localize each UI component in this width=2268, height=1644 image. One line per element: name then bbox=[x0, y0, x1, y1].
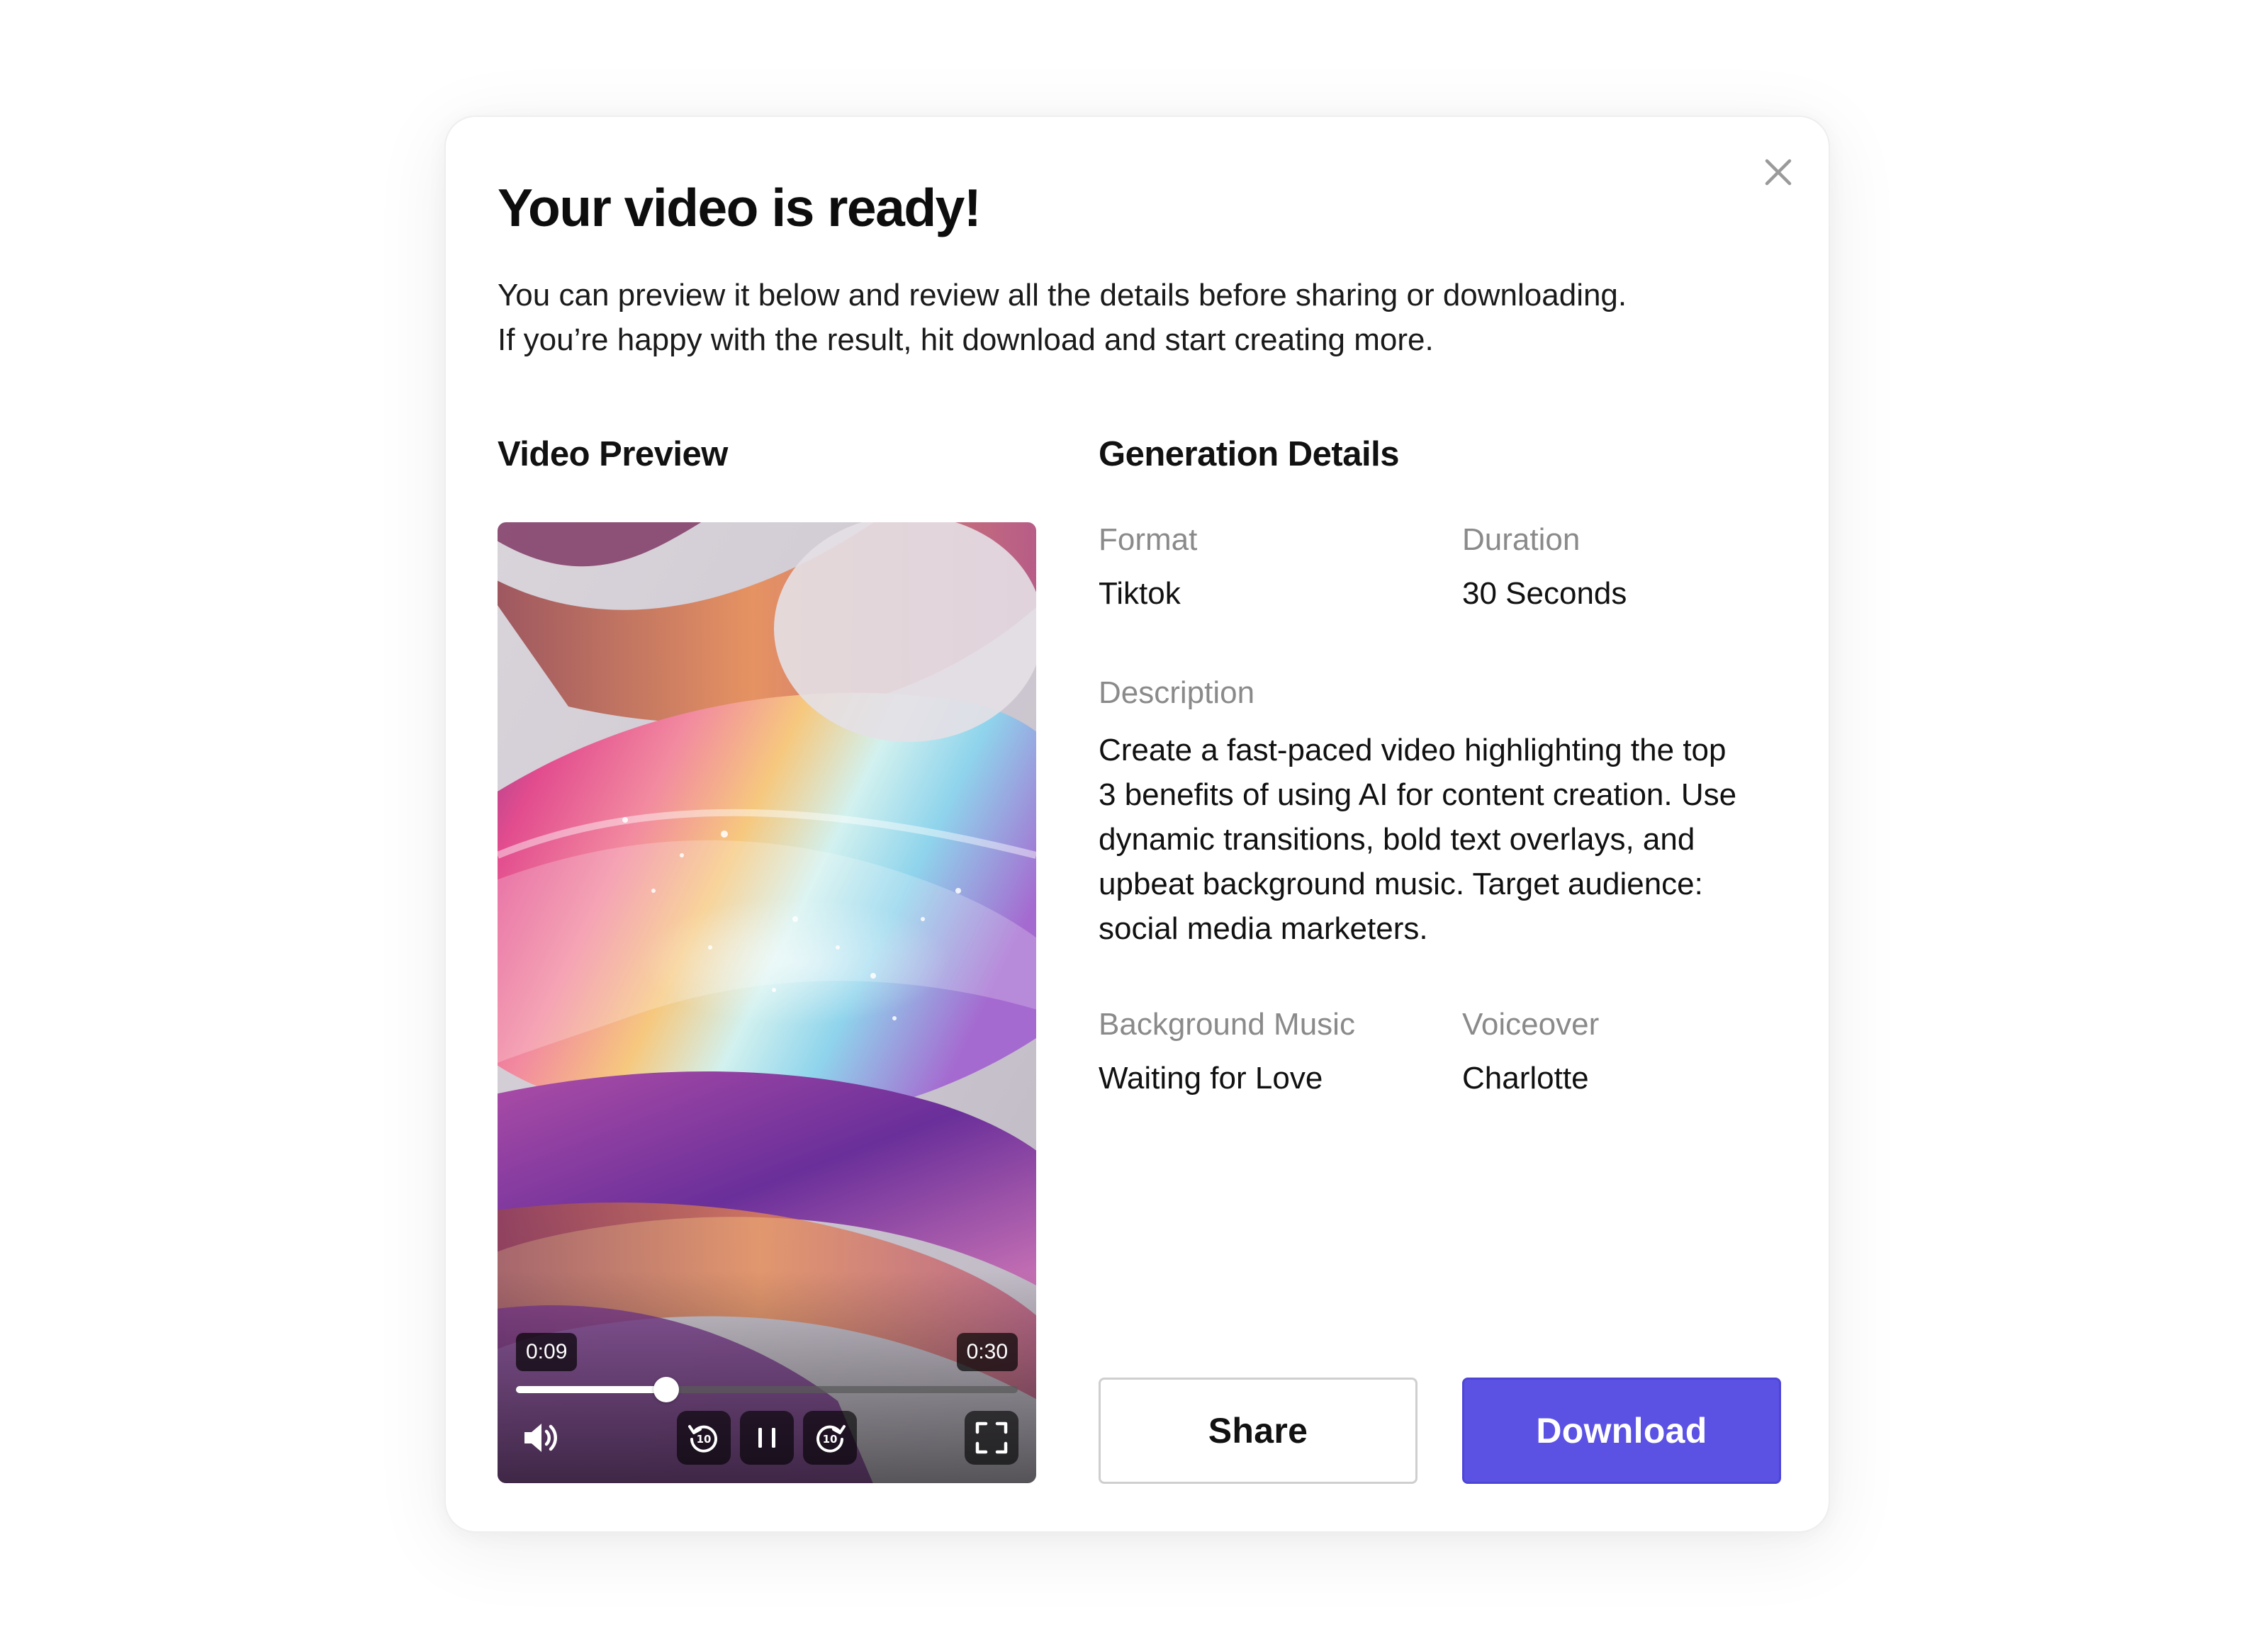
forward-10-icon: 10 bbox=[816, 1425, 846, 1453]
share-button[interactable]: Share bbox=[1099, 1378, 1418, 1484]
format-value: Tiktok bbox=[1099, 576, 1181, 611]
video-preview-heading: Video Preview bbox=[498, 435, 728, 473]
duration-value: 30 Seconds bbox=[1462, 576, 1627, 611]
forward-10-button[interactable]: 10 bbox=[803, 1411, 857, 1465]
video-ready-dialog: Your video is ready! You can preview it … bbox=[444, 116, 1830, 1533]
svg-text:10: 10 bbox=[697, 1433, 712, 1446]
voiceover-label: Voiceover bbox=[1462, 1007, 1600, 1042]
volume-icon bbox=[524, 1424, 557, 1452]
description-line: Create a fast-paced video highlighting t… bbox=[1099, 733, 1727, 767]
fullscreen-button[interactable] bbox=[965, 1411, 1018, 1465]
description-value: Create a fast-paced video highlighting t… bbox=[1099, 728, 1786, 951]
video-player[interactable]: 0:09 0:30 10 10 bbox=[498, 522, 1036, 1483]
voiceover-value: Charlotte bbox=[1462, 1061, 1589, 1096]
download-button[interactable]: Download bbox=[1462, 1378, 1781, 1484]
volume-button[interactable] bbox=[513, 1411, 567, 1465]
duration-label: Duration bbox=[1462, 522, 1581, 557]
fullscreen-icon bbox=[975, 1421, 1008, 1454]
svg-text:10: 10 bbox=[823, 1433, 838, 1446]
pause-button[interactable] bbox=[740, 1411, 794, 1465]
background-music-value: Waiting for Love bbox=[1099, 1061, 1323, 1096]
subtitle-line: You can preview it below and review all … bbox=[498, 278, 1627, 313]
subtitle-line: If you’re happy with the result, hit dow… bbox=[498, 322, 1434, 357]
pause-icon bbox=[758, 1428, 775, 1448]
close-icon bbox=[1765, 159, 1792, 186]
description-line: upbeat background music. Target audience… bbox=[1099, 867, 1703, 901]
description-line: social media marketers. bbox=[1099, 911, 1428, 946]
dialog-subtitle: You can preview it below and review all … bbox=[498, 273, 1759, 362]
description-line: 3 benefits of using AI for content creat… bbox=[1099, 777, 1737, 812]
dialog-title: Your video is ready! bbox=[498, 178, 982, 237]
rewind-10-icon: 10 bbox=[688, 1425, 717, 1453]
progress-bar[interactable] bbox=[516, 1377, 1018, 1402]
background-music-label: Background Music bbox=[1099, 1007, 1355, 1042]
rewind-10-button[interactable]: 10 bbox=[677, 1411, 731, 1465]
description-label: Description bbox=[1099, 675, 1255, 710]
current-time: 0:09 bbox=[516, 1333, 578, 1371]
description-line: dynamic transitions, bold text overlays,… bbox=[1099, 822, 1695, 857]
generation-details-heading: Generation Details bbox=[1099, 435, 1399, 473]
total-time: 0:30 bbox=[956, 1333, 1018, 1371]
progress-fill bbox=[516, 1386, 667, 1393]
format-label: Format bbox=[1099, 522, 1198, 557]
close-button[interactable] bbox=[1758, 152, 1798, 192]
